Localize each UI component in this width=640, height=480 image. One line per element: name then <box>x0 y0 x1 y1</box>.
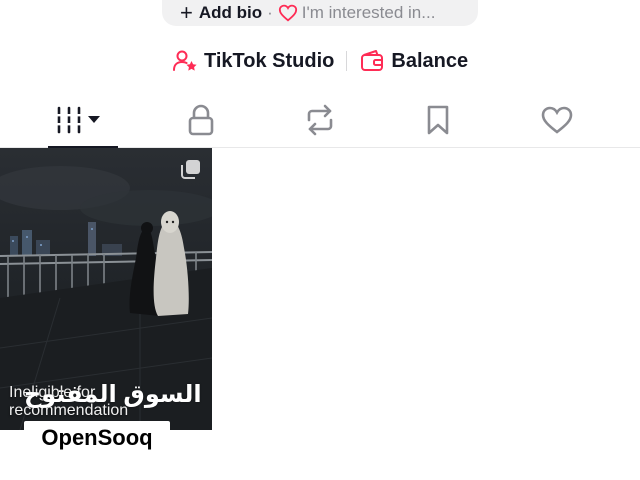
profile-tabs <box>0 92 640 149</box>
grid-icon <box>56 106 100 134</box>
wallet-icon <box>361 50 384 71</box>
links-divider <box>346 51 348 71</box>
repost-icon <box>307 104 333 136</box>
tab-reposts[interactable] <box>275 92 365 148</box>
watermark-arabic: السوق المفتوح <box>24 381 202 408</box>
tiktok-studio-link[interactable]: TikTok Studio <box>172 48 334 74</box>
multi-photo-icon <box>181 160 200 179</box>
heart-icon <box>541 106 573 134</box>
bookmark-icon <box>427 105 449 135</box>
balance-link[interactable]: Balance <box>359 48 468 74</box>
tab-videos[interactable] <box>36 92 126 149</box>
profile-links: TikTok Studio Balance <box>172 46 468 76</box>
heart-outline-icon <box>278 4 297 22</box>
chevron-down-icon <box>88 116 100 123</box>
tiktok-studio-label: TikTok Studio <box>204 49 335 72</box>
tab-favorites[interactable] <box>393 92 483 148</box>
lock-icon <box>188 104 214 136</box>
bio-separator: · <box>267 3 273 22</box>
balance-label: Balance <box>391 49 469 72</box>
tab-private[interactable] <box>156 92 246 148</box>
bio-bar: + Add bio · I'm interested in... <box>162 0 478 26</box>
studio-person-icon <box>173 50 197 71</box>
tab-liked[interactable] <box>512 92 602 148</box>
add-bio-button[interactable]: Add bio <box>199 3 262 23</box>
watermark-logo: OpenSooq <box>24 421 170 455</box>
interests-button[interactable]: I'm interested in... <box>302 3 436 23</box>
plus-icon[interactable]: + <box>180 2 193 24</box>
